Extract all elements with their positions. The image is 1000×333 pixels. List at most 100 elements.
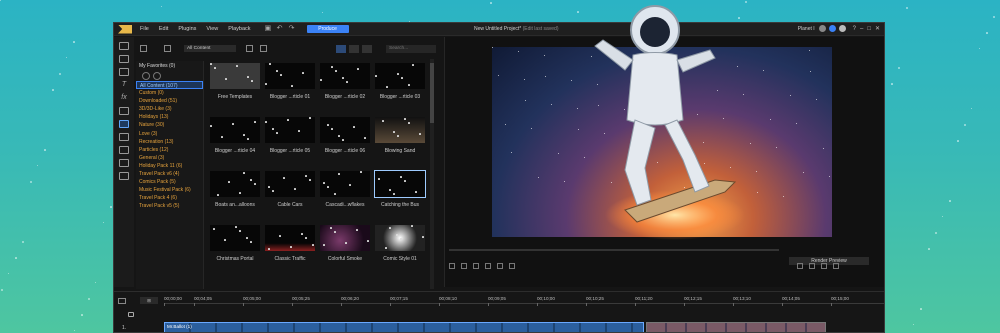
mixing-room-icon[interactable] — [119, 172, 129, 180]
template-tile[interactable]: Blogger ...rticle 02 — [320, 63, 370, 100]
category-item[interactable]: General (3) — [136, 154, 203, 162]
category-item[interactable]: Downloaded (51) — [136, 97, 203, 105]
template-tile[interactable]: Blogger ...rticle 03 — [375, 63, 425, 100]
scrollbar-thumb[interactable] — [430, 63, 434, 123]
preview-scrubber[interactable] — [449, 249, 779, 251]
menu-edit[interactable]: Edit — [159, 26, 168, 32]
video-clip[interactable]: Mr.Ballot (1) — [164, 322, 644, 332]
category-item[interactable]: Holiday Pack 11 (6) — [136, 162, 203, 170]
chapter-room-icon[interactable] — [119, 159, 129, 167]
snapshot-icon[interactable] — [509, 263, 515, 269]
audio-room-icon[interactable] — [119, 133, 129, 141]
grid-view-icon[interactable] — [349, 45, 359, 53]
category-item[interactable]: Music Festival Pack (6) — [136, 186, 203, 194]
template-thumbnail[interactable] — [265, 171, 315, 197]
template-thumbnail[interactable] — [210, 117, 260, 143]
content-filter-dropdown[interactable]: All Content — [184, 45, 236, 52]
template-thumbnail[interactable] — [210, 63, 260, 89]
favorite-tag-icon[interactable] — [153, 72, 161, 80]
video-clip-2[interactable] — [646, 322, 826, 332]
template-tile[interactable]: Catching the Bus — [374, 170, 426, 208]
category-item[interactable]: Nature (30) — [136, 121, 203, 129]
download-icon[interactable] — [260, 45, 267, 52]
produce-button[interactable]: Produce — [306, 25, 349, 33]
avatar[interactable] — [818, 25, 826, 32]
maximize-icon[interactable]: □ — [867, 26, 871, 32]
template-thumbnail[interactable] — [265, 63, 315, 89]
menu-playback[interactable]: Playback — [228, 26, 250, 32]
favorites-label[interactable]: My Favorites (0) — [136, 61, 203, 71]
template-thumbnail[interactable] — [210, 171, 260, 197]
template-thumbnail[interactable] — [320, 225, 370, 251]
effect-room-icon[interactable] — [119, 55, 129, 63]
template-thumbnail[interactable] — [375, 117, 425, 143]
template-thumbnail[interactable] — [320, 117, 370, 143]
template-tile[interactable]: Colorful Smoke — [320, 225, 370, 262]
media-room-icon[interactable] — [119, 42, 129, 50]
previous-frame-icon[interactable] — [473, 263, 479, 269]
help-icon[interactable]: ? — [853, 26, 856, 32]
category-item[interactable]: Particles (12) — [136, 146, 203, 154]
subtitle-room-icon[interactable] — [119, 146, 129, 154]
particle-room-icon[interactable] — [119, 120, 129, 128]
category-item[interactable]: Travel Pack v5 (5) — [136, 202, 203, 210]
category-item[interactable]: Holidays (13) — [136, 113, 203, 121]
menu-file[interactable]: File — [140, 26, 149, 32]
template-tile[interactable]: Free Templates — [210, 63, 260, 100]
account-icon[interactable] — [828, 25, 836, 32]
category-item[interactable]: Love (3) — [136, 130, 203, 138]
fx-room-icon[interactable]: fx — [119, 94, 129, 102]
list-view-icon[interactable] — [336, 45, 346, 53]
undo-icon[interactable]: ↶ — [277, 25, 285, 33]
template-tile[interactable]: Blogger ...rticle 05 — [265, 117, 315, 154]
template-thumbnail[interactable] — [320, 63, 370, 89]
menu-plugins[interactable]: Plugins — [178, 26, 196, 32]
template-thumbnail[interactable] — [375, 225, 425, 251]
category-item[interactable]: Comics Pack (5) — [136, 178, 203, 186]
template-tile[interactable]: Classic Traffic — [265, 225, 315, 262]
play-icon[interactable] — [449, 263, 455, 269]
template-thumbnail[interactable] — [320, 171, 370, 197]
template-tile[interactable]: Comic Style 01 — [375, 225, 425, 262]
category-item[interactable]: All Content (107) — [136, 81, 203, 90]
category-item[interactable]: Travel Pack 4 (6) — [136, 194, 203, 202]
plugin-icon[interactable] — [164, 45, 171, 52]
template-thumbnail[interactable] — [374, 170, 426, 198]
category-item[interactable]: Recreation (13) — [136, 138, 203, 146]
stop-icon[interactable] — [461, 263, 467, 269]
template-tile[interactable]: Blogger ...rticle 04 — [210, 117, 260, 154]
new-item-icon[interactable] — [246, 45, 253, 52]
template-thumbnail[interactable] — [265, 225, 315, 251]
template-tile[interactable]: Blogger ...rticle 06 — [320, 117, 370, 154]
sort-icon[interactable] — [362, 45, 372, 53]
comment-icon[interactable] — [128, 312, 134, 317]
fast-forward-icon[interactable] — [497, 263, 503, 269]
user-name[interactable]: Planet I — [798, 26, 815, 32]
save-icon[interactable]: ▣ — [265, 25, 273, 33]
undock-icon[interactable] — [821, 263, 827, 269]
template-tile[interactable]: Cascadi...wflakes — [320, 171, 370, 208]
favorite-add-icon[interactable] — [142, 72, 150, 80]
template-tile[interactable]: Cable Cars — [265, 171, 315, 208]
category-item[interactable]: Custom (0) — [136, 89, 203, 97]
import-icon[interactable] — [140, 45, 147, 52]
transition-room-icon[interactable] — [119, 107, 129, 115]
template-tile[interactable]: Boats an...alloons — [210, 171, 260, 208]
quality-icon[interactable] — [809, 263, 815, 269]
template-thumbnail[interactable] — [210, 225, 260, 251]
settings-icon[interactable] — [838, 25, 846, 32]
fullscreen-icon[interactable] — [833, 263, 839, 269]
template-thumbnail[interactable] — [265, 117, 315, 143]
next-frame-icon[interactable] — [485, 263, 491, 269]
redo-icon[interactable]: ↷ — [289, 25, 297, 33]
library-scrollbar[interactable] — [430, 59, 434, 289]
menu-view[interactable]: View — [206, 26, 218, 32]
template-tile[interactable]: Christmas Portal — [210, 225, 260, 262]
volume-icon[interactable] — [797, 263, 803, 269]
category-item[interactable]: Travel Pack v6 (4) — [136, 170, 203, 178]
template-tile[interactable]: Blogger ...rticle 01 — [265, 63, 315, 100]
close-icon[interactable]: ✕ — [875, 25, 880, 32]
category-item[interactable]: 3D/3D-Like (3) — [136, 105, 203, 113]
template-tile[interactable]: Blowing Sand — [375, 117, 425, 154]
timeline-ruler[interactable]: 00;00;00 00;04;05 00;05;00 00;05;25 00;06;20… — [164, 296, 884, 306]
